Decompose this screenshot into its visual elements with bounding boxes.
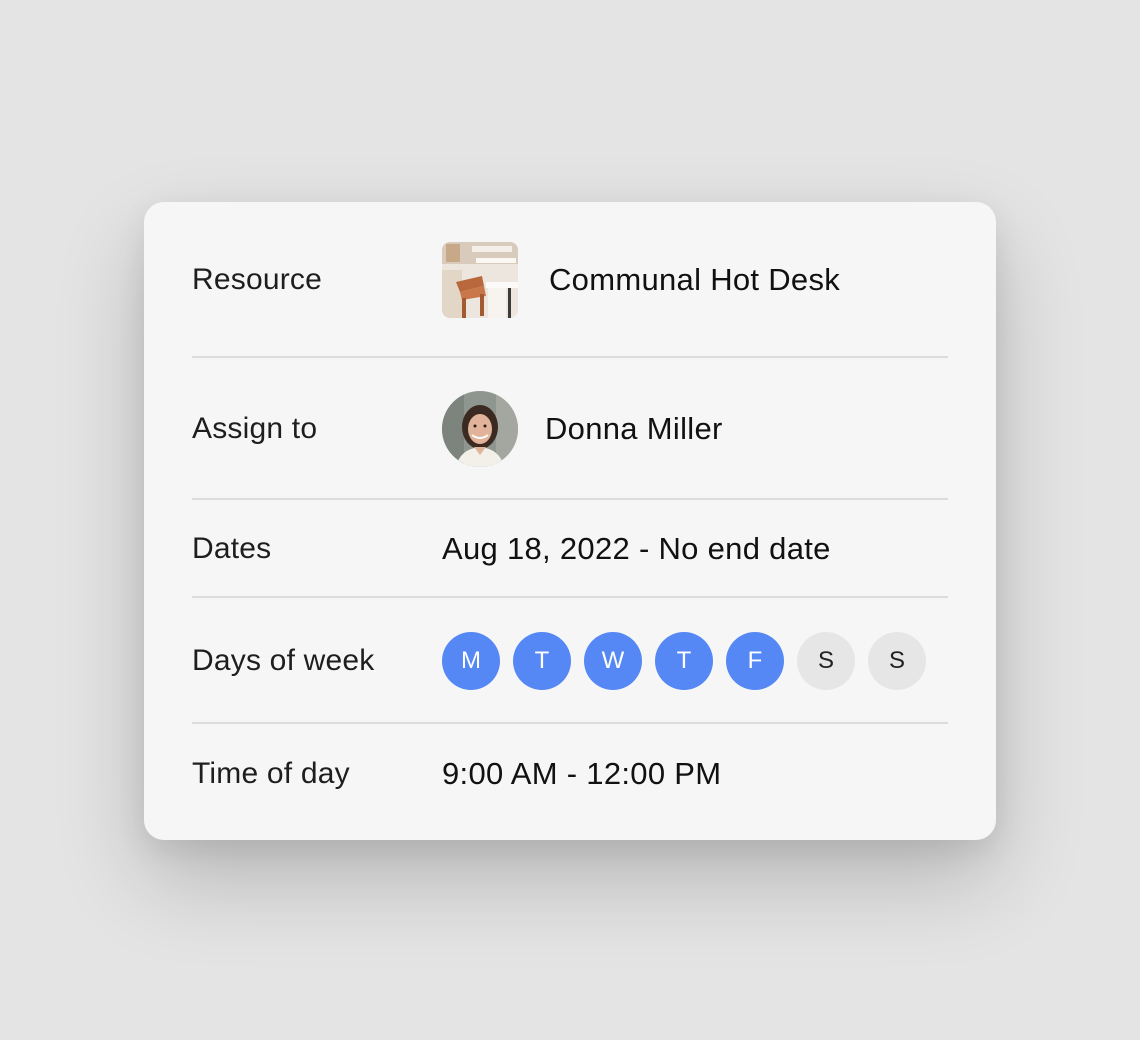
resource-label: Resource: [192, 263, 322, 296]
day-toggle-5[interactable]: S: [797, 632, 855, 690]
resource-row[interactable]: Resource Communal Hot Desk: [192, 202, 948, 358]
time-of-day-label: Time of day: [192, 757, 350, 790]
day-toggle-6[interactable]: S: [868, 632, 926, 690]
days-of-week-selector: MTWTFSS: [442, 632, 926, 690]
assign-label: Assign to: [192, 412, 318, 445]
dates-label: Dates: [192, 532, 272, 565]
person-avatar-icon: [442, 391, 518, 467]
day-toggle-0[interactable]: M: [442, 632, 500, 690]
time-of-day-value: 9:00 AM - 12:00 PM: [442, 756, 722, 791]
desk-chair-photo-icon: [442, 242, 518, 318]
day-toggle-3[interactable]: T: [655, 632, 713, 690]
dates-row[interactable]: Dates Aug 18, 2022 - No end date: [192, 500, 948, 598]
dates-value: Aug 18, 2022 - No end date: [442, 531, 831, 566]
day-toggle-4[interactable]: F: [726, 632, 784, 690]
day-toggle-1[interactable]: T: [513, 632, 571, 690]
assign-row[interactable]: Assign to Donna Miller: [192, 358, 948, 500]
resource-value: Communal Hot Desk: [549, 262, 841, 297]
days-of-week-label: Days of week: [192, 644, 375, 677]
day-toggle-2[interactable]: W: [584, 632, 642, 690]
assign-value: Donna Miller: [545, 411, 723, 446]
days-of-week-row: Days of week MTWTFSS: [192, 598, 948, 724]
booking-details-card: Resource Communal Hot Desk Assign to Don…: [144, 202, 996, 840]
time-of-day-row[interactable]: Time of day 9:00 AM - 12:00 PM: [192, 724, 948, 824]
